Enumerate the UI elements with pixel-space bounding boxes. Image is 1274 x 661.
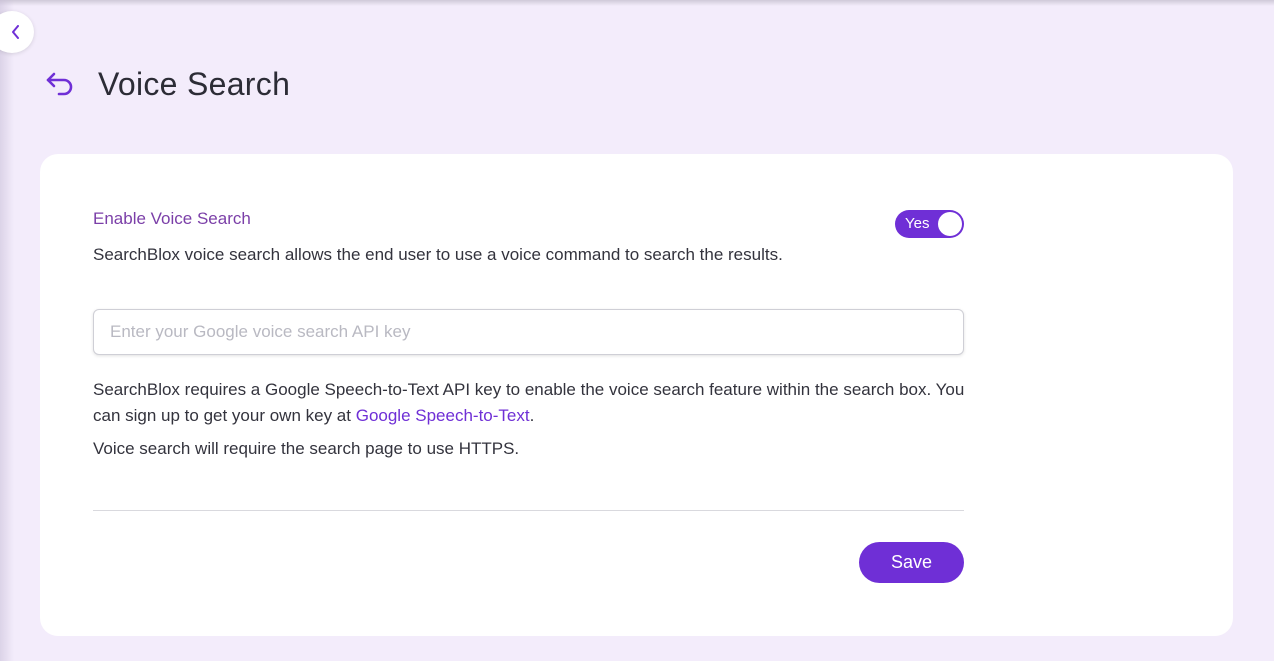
save-button[interactable]: Save — [859, 542, 964, 583]
undo-arrow-icon — [46, 72, 73, 96]
chevron-left-icon — [12, 25, 19, 39]
sidebar-toggle-button[interactable] — [0, 11, 34, 53]
setting-label: Enable Voice Search — [93, 209, 251, 228]
https-note: Voice search will require the search pag… — [93, 439, 520, 458]
api-key-input[interactable] — [93, 309, 964, 355]
sidebar-edge — [0, 0, 14, 661]
voice-search-toggle[interactable]: Yes — [895, 210, 964, 238]
setting-description: SearchBlox voice search allows the end u… — [93, 245, 783, 264]
page-title: Voice Search — [98, 65, 291, 102]
page-header: Voice Search — [44, 64, 290, 104]
toggle-knob — [938, 212, 962, 236]
back-button[interactable] — [44, 68, 76, 100]
google-speech-link[interactable]: Google Speech-to-Text — [356, 406, 530, 425]
help-text: SearchBlox requires a Google Speech-to-T… — [93, 377, 973, 429]
settings-card: Enable Voice Search SearchBlox voice sea… — [40, 154, 1233, 636]
help-text-end: . — [529, 406, 535, 425]
toggle-label: Yes — [905, 215, 930, 232]
top-shadow — [0, 0, 1274, 6]
divider — [93, 510, 964, 511]
